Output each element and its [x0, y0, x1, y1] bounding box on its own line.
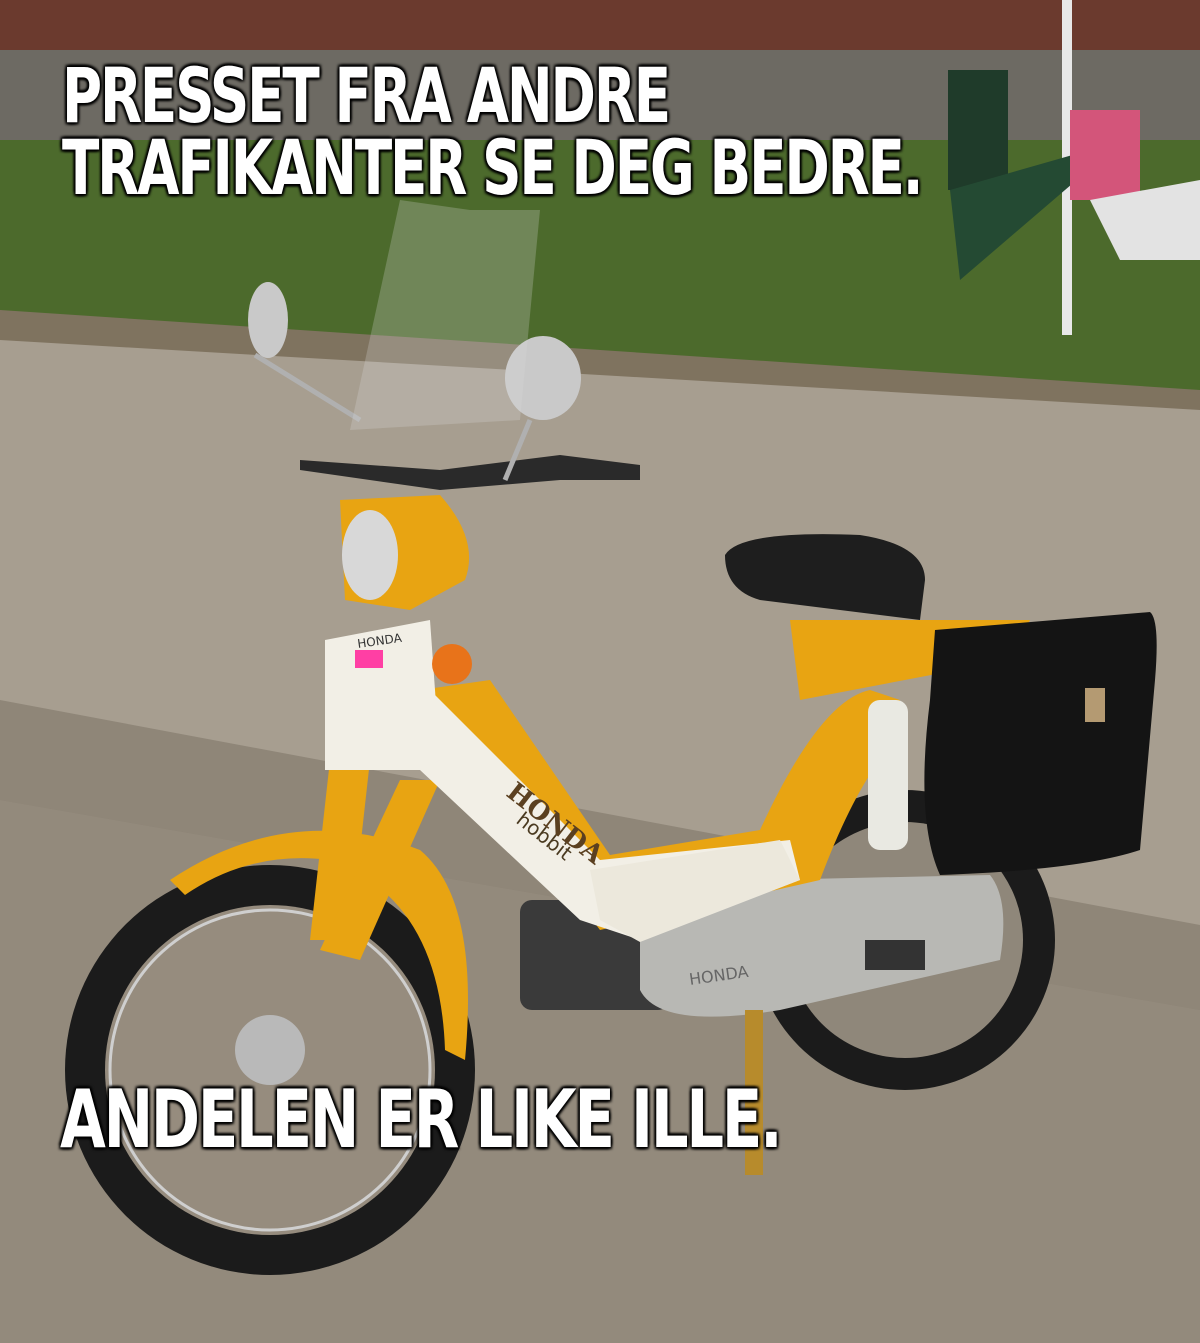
saddlebag-latch: [1085, 688, 1105, 722]
meme-image: HONDA hobbit HONDA HONDA PRESSET FRA AND…: [0, 0, 1200, 1343]
top-caption-line-2: TRAFIKANTER SE DEG BEDRE.: [62, 123, 924, 212]
top-caption: PRESSET FRA ANDRE TRAFIKANTER SE DEG BED…: [62, 51, 924, 212]
saddlebag: [924, 612, 1157, 875]
pink-sticker: [355, 650, 383, 668]
turn-signal: [432, 644, 472, 684]
bottom-caption: ANDELEN ER LIKE ILLE.: [60, 1073, 783, 1166]
pedal: [865, 940, 925, 970]
top-caption-line-1: PRESSET FRA ANDRE: [62, 51, 671, 140]
brick-wall: [0, 0, 1200, 50]
rear-shock: [868, 700, 908, 850]
